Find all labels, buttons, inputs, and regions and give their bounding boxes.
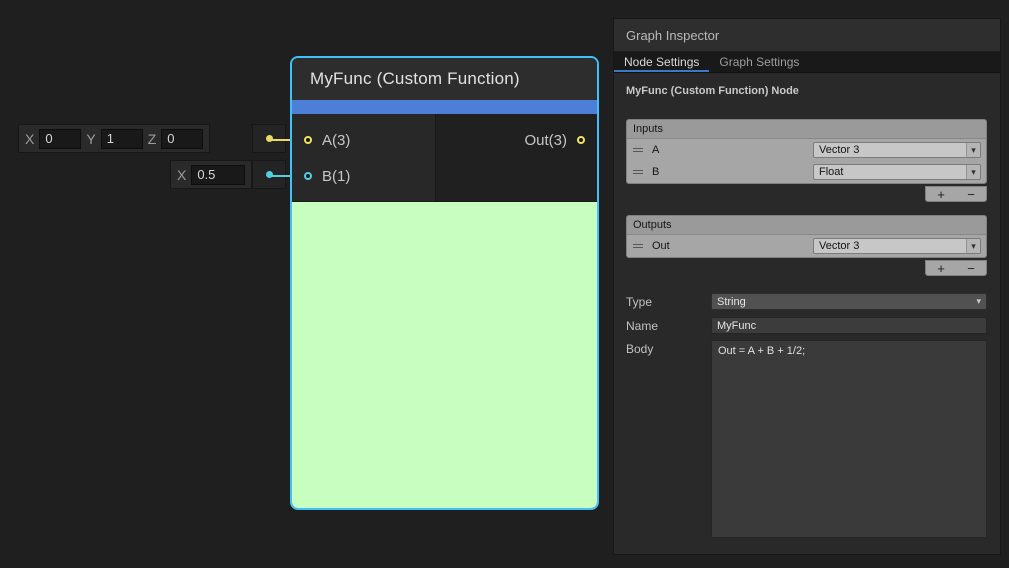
name-label: Name [626, 317, 711, 333]
vector3-y-field[interactable] [101, 129, 143, 149]
outputs-list: Outputs Out Vector 3 ▾ [626, 215, 987, 258]
axis-label-x: X [177, 167, 186, 183]
vector3-x-field[interactable] [39, 129, 81, 149]
name-input[interactable] [711, 317, 987, 334]
port-row-out: Out(3) [436, 122, 597, 158]
node-myfunc-custom-function[interactable]: MyFunc (Custom Function) A(3) B(1) [290, 56, 599, 510]
node-ports-section: A(3) B(1) Out(3) [292, 114, 597, 202]
tab-node-settings[interactable]: Node Settings [614, 52, 709, 72]
input-port-b-icon[interactable] [304, 172, 312, 180]
output-port-out-icon[interactable] [577, 136, 585, 144]
port-b-label: B(1) [322, 168, 350, 185]
node-input-ports: A(3) B(1) [292, 114, 436, 201]
axis-label-x: X [25, 131, 34, 147]
inputs-row-a[interactable]: A Vector 3 ▾ [627, 139, 986, 161]
output-out-type-dropdown[interactable]: Vector 3 ▾ [813, 238, 981, 254]
body-field-row: Body Out = A + B + 1/2; [626, 340, 987, 538]
node-preview [292, 202, 597, 508]
port-row-b: B(1) [292, 158, 435, 194]
axis-label-y: Y [86, 131, 95, 147]
input-a-type-dropdown[interactable]: Vector 3 ▾ [813, 142, 981, 158]
add-output-button[interactable]: + [926, 261, 956, 275]
input-b-type-value: Float [819, 166, 843, 178]
chevron-down-icon: ▾ [976, 296, 986, 307]
input-b-type-dropdown[interactable]: Float ▾ [813, 164, 981, 180]
port-row-a: A(3) [292, 122, 435, 158]
name-field-row: Name [626, 317, 987, 334]
float-x-field[interactable] [191, 165, 245, 185]
input-b-name: B [652, 166, 659, 178]
node-title: MyFunc (Custom Function) [310, 69, 520, 89]
outputs-row-out[interactable]: Out Vector 3 ▾ [627, 235, 986, 257]
inspector-tab-bar: Node Settings Graph Settings [614, 52, 1000, 73]
outputs-list-header: Outputs [627, 216, 986, 235]
inputs-list: Inputs A Vector 3 ▾ B Float ▾ [626, 119, 987, 184]
outputs-list-footer: + − [925, 260, 987, 276]
input-a-name: A [652, 144, 659, 156]
body-textarea[interactable]: Out = A + B + 1/2; [711, 340, 987, 538]
node-accent-bar [292, 100, 597, 114]
node-title-bar[interactable]: MyFunc (Custom Function) [292, 58, 597, 100]
node-output-ports: Out(3) [436, 114, 597, 201]
inputs-list-footer: + − [925, 186, 987, 202]
inputs-row-b[interactable]: B Float ▾ [627, 161, 986, 183]
chevron-down-icon: ▾ [966, 143, 980, 157]
output-out-name: Out [652, 240, 670, 252]
vector3-z-field[interactable] [161, 129, 203, 149]
inspector-body: MyFunc (Custom Function) Node Inputs A V… [614, 73, 1000, 554]
drag-handle-icon[interactable] [633, 244, 643, 248]
input-port-a-icon[interactable] [304, 136, 312, 144]
input-a-type-value: Vector 3 [819, 144, 859, 156]
axis-label-z: Z [148, 131, 157, 147]
type-value: String [717, 296, 746, 308]
inputs-list-header: Inputs [627, 120, 986, 139]
float-input-widget: X [170, 160, 252, 189]
type-dropdown[interactable]: String ▾ [711, 293, 987, 310]
graph-inspector-panel: Graph Inspector Node Settings Graph Sett… [613, 18, 1001, 555]
type-label: Type [626, 293, 711, 309]
remove-output-button[interactable]: − [956, 261, 986, 275]
drag-handle-icon[interactable] [633, 148, 643, 152]
chevron-down-icon: ▾ [966, 165, 980, 179]
inspector-title: Graph Inspector [626, 28, 719, 43]
output-out-type-value: Vector 3 [819, 240, 859, 252]
vector3-input-widget: X Y Z [18, 124, 210, 153]
remove-input-button[interactable]: − [956, 187, 986, 201]
node-settings-heading: MyFunc (Custom Function) Node [626, 85, 987, 97]
drag-handle-icon[interactable] [633, 170, 643, 174]
add-input-button[interactable]: + [926, 187, 956, 201]
tab-graph-settings[interactable]: Graph Settings [709, 52, 809, 72]
inspector-titlebar[interactable]: Graph Inspector [614, 19, 1000, 52]
port-a-label: A(3) [322, 132, 350, 149]
port-out-label: Out(3) [524, 132, 567, 149]
type-field-row: Type String ▾ [626, 293, 987, 310]
body-label: Body [626, 340, 711, 356]
chevron-down-icon: ▾ [966, 239, 980, 253]
shader-graph-window: X Y Z X MyFunc (Custom Function) [0, 0, 1009, 568]
